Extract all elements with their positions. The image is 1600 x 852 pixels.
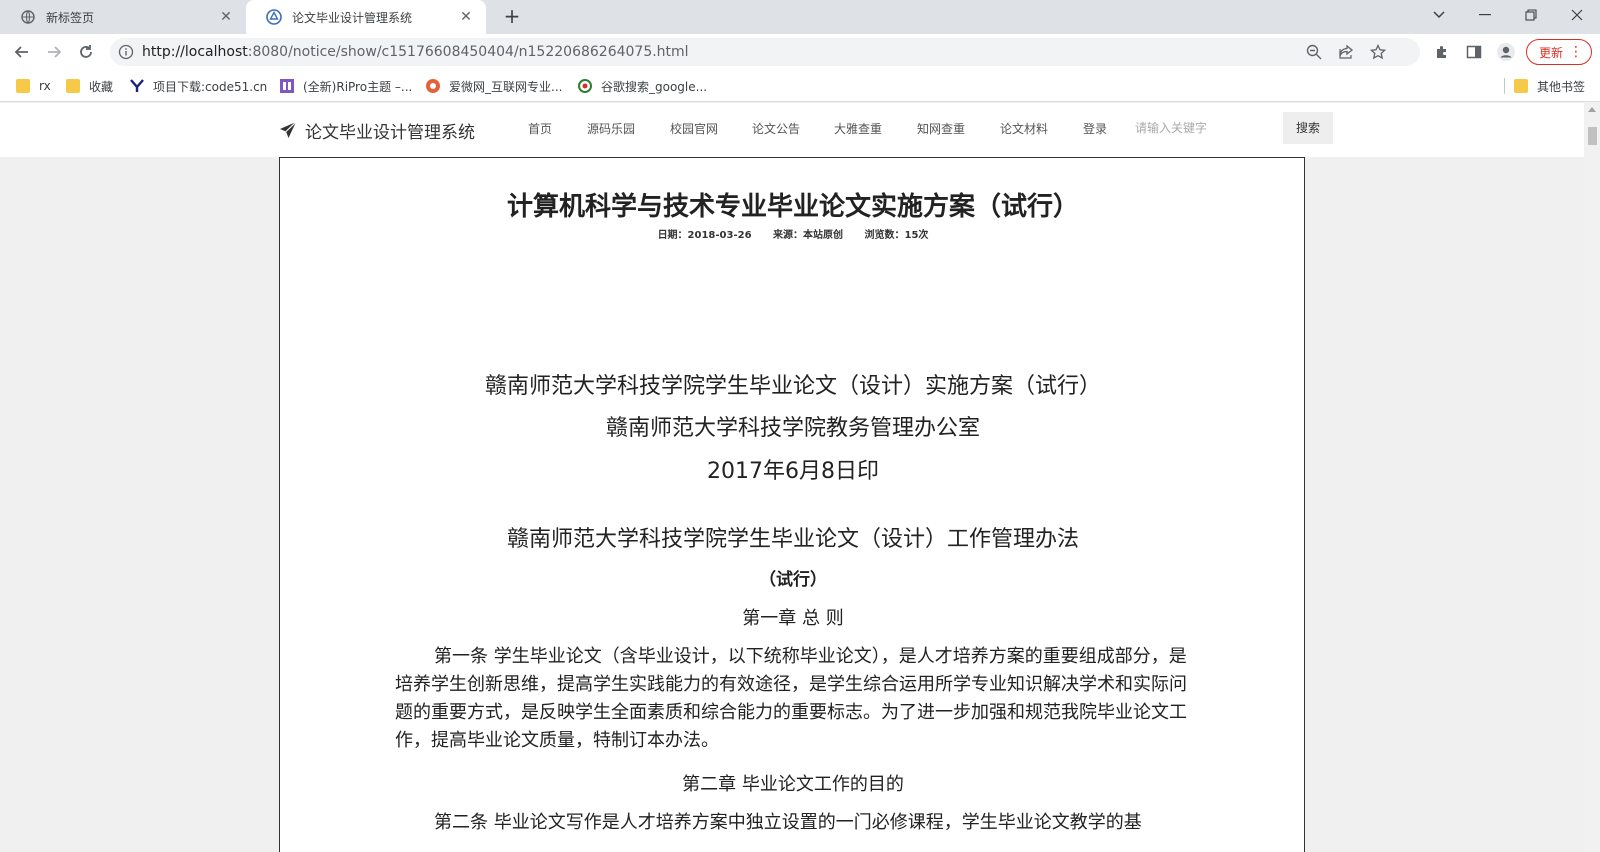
- nav-home[interactable]: 首页: [528, 120, 552, 137]
- bookmark-label: 收藏: [89, 79, 114, 94]
- site-brand[interactable]: 论文毕业设计管理系统: [279, 117, 475, 143]
- url-path: :8080/notice/show/c15176608450404/n15220…: [247, 44, 689, 60]
- zoom-icon[interactable]: [1306, 44, 1322, 60]
- profile-avatar-icon[interactable]: [1496, 42, 1516, 62]
- browser-toolbar: http://localhost:8080/notice/show/c15176…: [0, 34, 1600, 70]
- restore-icon[interactable]: [1508, 0, 1554, 30]
- close-window-icon[interactable]: [1554, 0, 1600, 30]
- y-logo-icon: [130, 79, 144, 93]
- bookmark-aiwei[interactable]: 爱微网_互联网专业...: [426, 76, 562, 96]
- tab-title: 新标签页: [46, 10, 95, 25]
- site-favicon-icon: [266, 9, 282, 25]
- bookmark-label: 爱微网_互联网专业...: [449, 79, 563, 94]
- bookmark-label: 谷歌搜索_google...: [601, 79, 708, 94]
- chapter-heading: 第一章 总 则: [742, 608, 844, 629]
- share-icon[interactable]: [1338, 44, 1354, 60]
- globe-icon: [20, 9, 36, 25]
- address-bar[interactable]: http://localhost:8080/notice/show/c15176…: [110, 38, 1420, 66]
- menu-kebab-icon[interactable]: ⋮: [1569, 43, 1583, 61]
- tab-thesis-system[interactable]: 论文毕业设计管理系统 ✕: [246, 0, 486, 34]
- bookmark-folder-favorites[interactable]: 收藏: [66, 76, 113, 96]
- site-navbar: 论文毕业设计管理系统 首页 源码乐园 校园官网 论文公告 大雅查重 知网查重 论…: [279, 103, 1333, 157]
- bookmark-label: rx: [39, 79, 51, 93]
- article-source: 来源：本站原创: [773, 230, 844, 241]
- url-host: http://localhost: [142, 44, 248, 60]
- reload-icon[interactable]: [72, 38, 100, 66]
- tab-search-chevron-icon[interactable]: [1416, 0, 1462, 30]
- nav-login[interactable]: 登录: [1083, 120, 1107, 137]
- site-search-input[interactable]: 请输入关键字: [1125, 114, 1285, 142]
- forward-arrow-icon[interactable]: [40, 38, 68, 66]
- new-tab-button[interactable]: +: [500, 5, 524, 29]
- other-bookmarks[interactable]: 其他书签: [1514, 76, 1585, 96]
- article-title: 计算机科学与技术专业毕业论文实施方案（试行）: [506, 192, 1079, 222]
- aiwei-logo-icon: [426, 79, 440, 93]
- tab-title: 论文毕业设计管理系统: [292, 10, 413, 25]
- nav-thesis-materials[interactable]: 论文材料: [1000, 120, 1048, 137]
- 360-logo-icon: [578, 79, 592, 93]
- site-logo-icon: [280, 79, 294, 93]
- bookmark-label: 项目下载:code51.cn: [153, 79, 268, 94]
- bookmark-google-search[interactable]: 谷歌搜索_google...: [578, 76, 707, 96]
- close-tab-icon[interactable]: ✕: [218, 9, 234, 25]
- nav-thesis-notices[interactable]: 论文公告: [752, 120, 800, 137]
- tab-new-tab[interactable]: 新标签页 ✕: [0, 0, 246, 34]
- nav-daya-check[interactable]: 大雅查重: [834, 120, 882, 137]
- scrollbar-thumb[interactable]: [1588, 127, 1597, 145]
- chapter-heading: 第二章 毕业论文工作的目的: [682, 774, 904, 795]
- extensions-puzzle-icon[interactable]: [1432, 42, 1452, 62]
- bookmark-folder-rx[interactable]: rx: [16, 76, 51, 96]
- bookmark-code51[interactable]: 项目下载:code51.cn: [130, 76, 267, 96]
- article-views: 浏览数：15次: [864, 230, 929, 241]
- bookmark-star-icon[interactable]: [1369, 43, 1387, 60]
- nav-campus-site[interactable]: 校园官网: [670, 120, 718, 137]
- browser-tab-strip: 新标签页 ✕ 论文毕业设计管理系统 ✕ +: [0, 0, 1600, 34]
- bookmarks-bar: rx 收藏 项目下载:code51.cn (全新)RiPro主题 –... 爱微…: [0, 70, 1600, 102]
- nav-cnki-check[interactable]: 知网查重: [917, 120, 965, 137]
- back-arrow-icon[interactable]: [8, 38, 36, 66]
- paper-plane-icon: [279, 121, 297, 139]
- close-tab-icon[interactable]: ✕: [458, 9, 474, 25]
- doc-office: 赣南师范大学科技学院教务管理办公室: [605, 416, 980, 441]
- site-info-icon[interactable]: [118, 44, 134, 60]
- minimize-icon[interactable]: [1462, 0, 1508, 30]
- rules-subtitle: （试行）: [759, 570, 827, 590]
- page-viewport: 论文毕业设计管理系统 首页 源码乐园 校园官网 论文公告 大雅查重 知网查重 论…: [0, 103, 1584, 852]
- folder-icon: [1514, 79, 1528, 93]
- folder-icon: [16, 79, 30, 93]
- url-text[interactable]: http://localhost:8080/notice/show/c15176…: [142, 38, 689, 66]
- doc-date: 2017年6月8日印: [707, 459, 879, 484]
- article-paragraph: 第二条 毕业论文写作是人才培养方案中独立设置的一门必修课程，学生毕业论文教学的基: [434, 812, 1142, 833]
- side-panel-icon[interactable]: [1464, 42, 1484, 62]
- nav-source-code[interactable]: 源码乐园: [587, 120, 635, 137]
- rules-title: 赣南师范大学科技学院学生毕业论文（设计）工作管理办法: [506, 527, 1079, 552]
- article-date: 日期：2018-03-26: [657, 230, 752, 241]
- article-meta: 日期：2018-03-26 来源：本站原创 浏览数：15次: [280, 226, 1306, 241]
- update-label: 更新: [1539, 45, 1564, 60]
- update-button[interactable]: 更新 ⋮: [1526, 39, 1592, 65]
- article-panel: 计算机科学与技术专业毕业论文实施方案（试行） 日期：2018-03-26 来源：…: [279, 157, 1305, 852]
- bookmarks-divider: [1504, 78, 1505, 94]
- folder-icon: [66, 79, 80, 93]
- bookmark-ripro[interactable]: (全新)RiPro主题 –...: [280, 76, 412, 96]
- doc-title: 赣南师范大学科技学院学生毕业论文（设计）实施方案（试行）: [484, 374, 1101, 399]
- article-paragraph: 第一条 学生毕业论文（含毕业设计，以下统称毕业论文），是人才培养方案的重要组成部…: [395, 646, 1187, 751]
- site-search-button[interactable]: 搜索: [1283, 112, 1333, 144]
- bookmark-label: (全新)RiPro主题 –...: [303, 79, 413, 94]
- bookmark-label: 其他书签: [1537, 79, 1586, 94]
- page-scrollbar[interactable]: [1584, 103, 1600, 852]
- brand-name: 论文毕业设计管理系统: [305, 122, 475, 143]
- scroll-up-arrow-icon[interactable]: [1588, 107, 1596, 112]
